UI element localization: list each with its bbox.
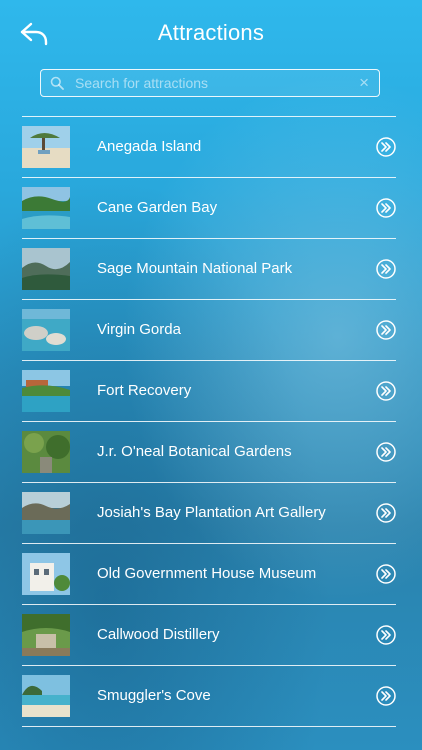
search-bar[interactable]: ×: [40, 69, 380, 97]
attraction-thumbnail: [22, 675, 70, 717]
double-chevron-right-icon[interactable]: [376, 198, 396, 218]
double-chevron-right-icon[interactable]: [376, 381, 396, 401]
list-item[interactable]: Fort Recovery: [22, 361, 396, 422]
attraction-name: Josiah's Bay Plantation Art Gallery: [97, 504, 326, 521]
double-chevron-right-icon[interactable]: [376, 320, 396, 340]
attraction-thumbnail: [22, 614, 70, 656]
attraction-thumbnail: [22, 309, 70, 351]
attraction-name: Smuggler's Cove: [97, 687, 211, 704]
search-icon: [50, 76, 64, 90]
double-chevron-right-icon[interactable]: [376, 137, 396, 157]
attraction-thumbnail: [22, 126, 70, 168]
nav-bar: Attractions: [0, 0, 422, 64]
list-item[interactable]: Anegada Island: [22, 117, 396, 178]
double-chevron-right-icon[interactable]: [376, 442, 396, 462]
attraction-thumbnail: [22, 370, 70, 412]
attraction-thumbnail: [22, 431, 70, 473]
list-item[interactable]: Sage Mountain National Park: [22, 239, 396, 300]
double-chevron-right-icon[interactable]: [376, 503, 396, 523]
clear-search-icon[interactable]: ×: [359, 73, 369, 93]
page-title: Attractions: [157, 20, 265, 45]
attraction-thumbnail: [22, 492, 70, 534]
attraction-name: Cane Garden Bay: [97, 199, 218, 216]
list-item[interactable]: Cane Garden Bay: [22, 178, 396, 239]
attraction-thumbnail: [22, 553, 70, 595]
double-chevron-right-icon[interactable]: [376, 625, 396, 645]
list-item[interactable]: Josiah's Bay Plantation Art Gallery: [22, 483, 396, 544]
double-chevron-right-icon[interactable]: [376, 686, 396, 706]
attraction-thumbnail: [22, 248, 70, 290]
list-item[interactable]: Callwood Distillery: [22, 605, 396, 666]
attraction-name: Anegada Island: [97, 138, 202, 155]
list-item[interactable]: J.r. O'neal Botanical Gardens: [22, 422, 396, 483]
double-chevron-right-icon[interactable]: [376, 564, 396, 584]
attraction-name: Callwood Distillery: [97, 626, 220, 643]
attraction-name: Sage Mountain National Park: [97, 260, 293, 277]
list-item[interactable]: Virgin Gorda: [22, 300, 396, 361]
list-item[interactable]: Old Government House Museum: [22, 544, 396, 605]
attraction-thumbnail: [22, 187, 70, 229]
attraction-name: Old Government House Museum: [97, 565, 317, 582]
search-input[interactable]: [75, 70, 345, 95]
attraction-name: Virgin Gorda: [97, 321, 181, 338]
attractions-list: Anegada Island Cane Garden Bay Sage Mounta…: [22, 116, 396, 727]
double-chevron-right-icon[interactable]: [376, 259, 396, 279]
list-item[interactable]: Smuggler's Cove: [22, 666, 396, 727]
attraction-name: Fort Recovery: [97, 382, 192, 399]
attraction-name: J.r. O'neal Botanical Gardens: [97, 443, 292, 460]
